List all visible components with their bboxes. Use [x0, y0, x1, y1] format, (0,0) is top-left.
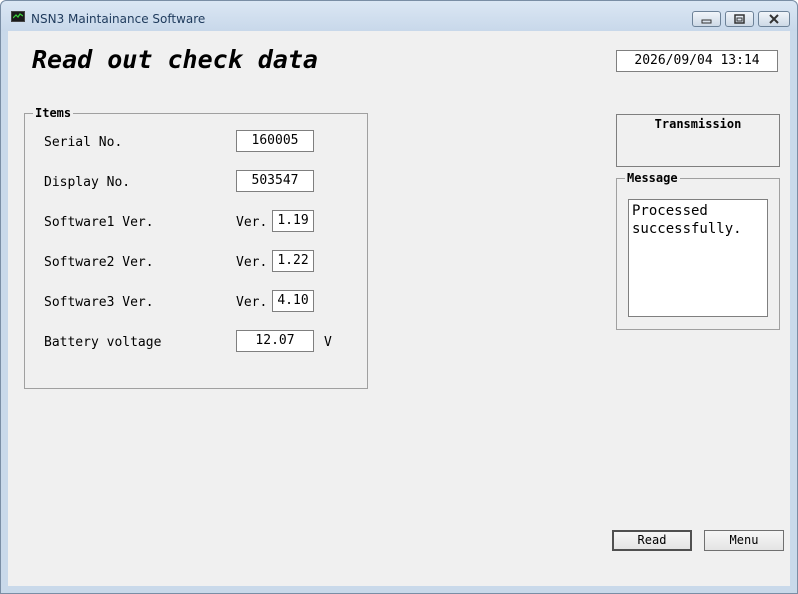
title-bar[interactable]: NSN3 Maintainance Software: [1, 1, 797, 31]
software3-ver-prefix: Ver.: [236, 295, 268, 310]
battery-label: Battery voltage: [44, 335, 162, 350]
datetime-display: 2026/09/04 13:14: [616, 50, 778, 72]
software1-field: 1.19: [272, 210, 314, 232]
app-monitor-icon: [11, 11, 25, 22]
battery-unit: V: [324, 335, 332, 350]
software2-ver-prefix: Ver.: [236, 255, 268, 270]
display-field: 503547: [236, 170, 314, 192]
serial-field: 160005: [236, 130, 314, 152]
software3-field: 4.10: [272, 290, 314, 312]
software2-label: Software2 Ver.: [44, 255, 154, 270]
transmission-panel: Transmission: [616, 114, 780, 167]
menu-button[interactable]: Menu: [704, 530, 784, 551]
display-label: Display No.: [44, 175, 131, 190]
read-button[interactable]: Read: [612, 530, 692, 551]
client-area: Read out check data 2026/09/04 13:14 Ite…: [8, 31, 790, 586]
transmission-label: Transmission: [654, 117, 742, 131]
items-legend: Items: [33, 106, 74, 120]
window-title: NSN3 Maintainance Software: [31, 12, 206, 26]
software1-ver-prefix: Ver.: [236, 215, 268, 230]
page-title: Read out check data: [32, 45, 318, 74]
close-icon: [769, 14, 779, 24]
items-group: Items Serial No. 160005 Display No. 5035…: [24, 106, 368, 389]
software3-label: Software3 Ver.: [44, 295, 154, 310]
battery-field: 12.07: [236, 330, 314, 352]
restore-icon: [734, 14, 745, 24]
app-window: NSN3 Maintainance Software Read out chec…: [0, 0, 798, 594]
minimize-button[interactable]: [692, 11, 721, 27]
message-legend: Message: [625, 171, 680, 185]
software2-field: 1.22: [272, 250, 314, 272]
restore-button[interactable]: [725, 11, 754, 27]
message-text[interactable]: Processed successfully.: [628, 199, 768, 317]
software1-label: Software1 Ver.: [44, 215, 154, 230]
serial-label: Serial No.: [44, 135, 123, 150]
message-group: Message Processed successfully.: [616, 171, 780, 330]
minimize-icon: [701, 19, 712, 24]
close-button[interactable]: [758, 11, 790, 27]
